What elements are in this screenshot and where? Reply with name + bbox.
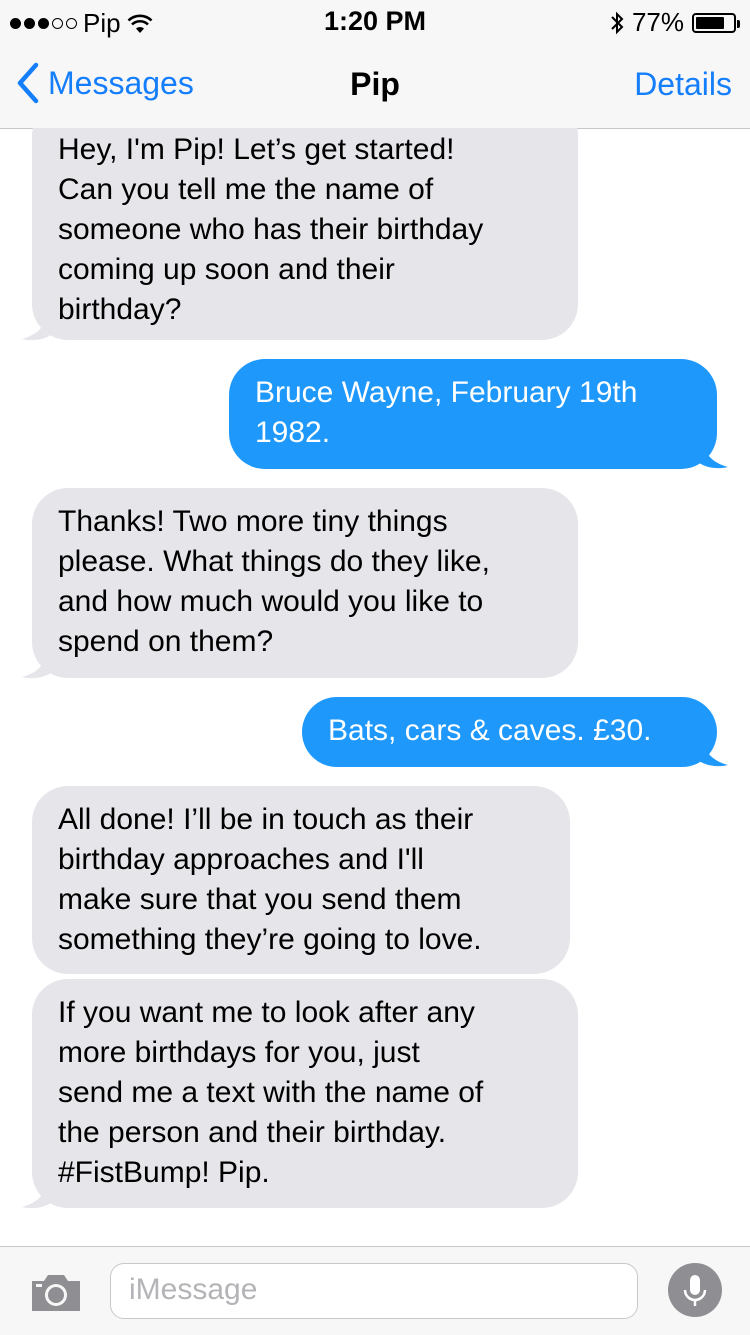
battery-icon xyxy=(692,12,740,33)
outgoing-message-bubble[interactable]: Bruce Wayne, February 19th 1982. xyxy=(229,359,717,469)
bubble-tail xyxy=(22,1180,54,1209)
bubble-tail xyxy=(22,312,54,341)
status-right: 77% xyxy=(610,7,740,38)
navigation-bar: Messages Pip Details xyxy=(0,40,750,129)
camera-icon[interactable] xyxy=(30,1271,82,1313)
battery-percent: 77% xyxy=(631,7,684,37)
bluetooth-icon xyxy=(611,11,624,34)
message-input-bar: iMessage xyxy=(0,1246,750,1335)
status-bar: Pip 1:20 PM 77% xyxy=(0,0,750,40)
incoming-message-bubble[interactable]: All done! I’ll be in touch as their birt… xyxy=(32,786,570,974)
imessage-input[interactable]: iMessage xyxy=(110,1263,638,1319)
incoming-message-bubble[interactable]: Hey, I'm Pip! Let’s get started! Can you… xyxy=(32,128,578,340)
bubble-tail xyxy=(696,738,728,767)
outgoing-message-bubble[interactable]: Bats, cars & caves. £30. xyxy=(302,697,717,767)
message-thread[interactable]: Hey, I'm Pip! Let’s get started! Can you… xyxy=(0,128,750,1246)
incoming-message-bubble[interactable]: Thanks! Two more tiny things please. Wha… xyxy=(32,488,578,678)
details-button[interactable]: Details xyxy=(634,66,732,103)
bubble-tail xyxy=(696,440,728,469)
bubble-tail xyxy=(22,650,54,679)
microphone-button[interactable] xyxy=(668,1263,722,1317)
incoming-message-bubble[interactable]: If you want me to look after any more bi… xyxy=(32,979,578,1208)
battery-fill xyxy=(696,16,724,29)
microphone-icon xyxy=(683,1275,707,1306)
